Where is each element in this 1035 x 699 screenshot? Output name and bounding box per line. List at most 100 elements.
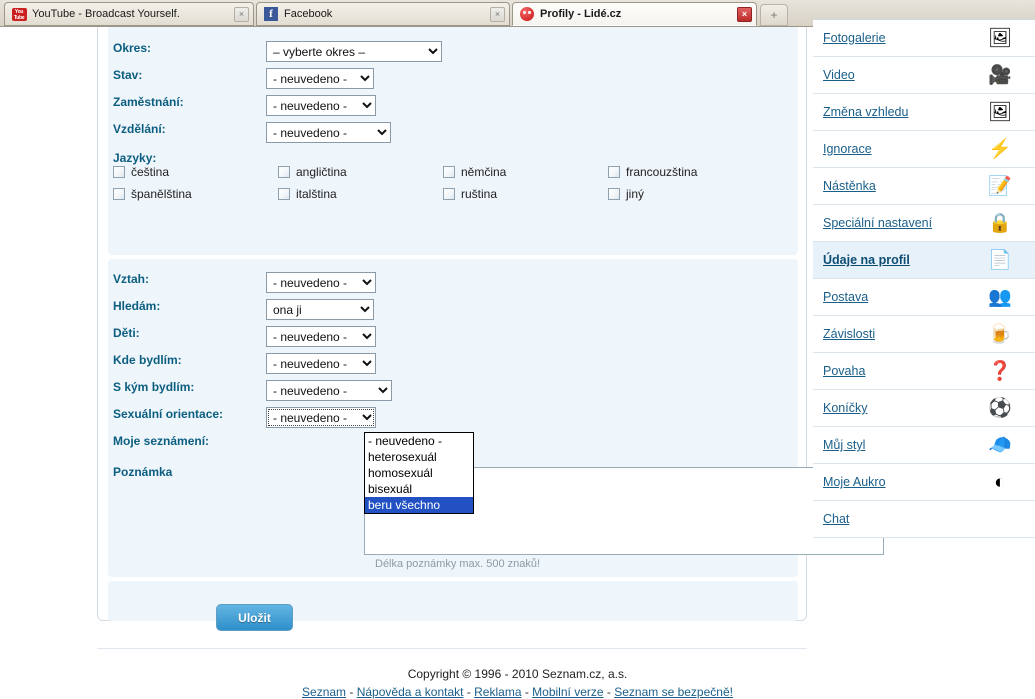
- checkbox-cestina[interactable]: čeština: [113, 165, 169, 179]
- camera-icon: 🎥: [988, 64, 1012, 86]
- browser-tab-youtube[interactable]: You Tube YouTube - Broadcast Yourself. ×: [4, 2, 254, 26]
- footer-separator: -: [463, 685, 475, 699]
- select-vztah-wrap: - neuvedeno -: [266, 272, 376, 293]
- checkbox-label: němčina: [461, 165, 507, 179]
- checkbox-box[interactable]: [278, 188, 290, 200]
- select-sexualni-orientace-wrap: - neuvedeno -: [266, 407, 376, 428]
- checkbox-spanelstina[interactable]: španělština: [113, 187, 192, 201]
- footer-link-mobilni-verze[interactable]: Mobilní verze: [532, 685, 603, 699]
- new-tab-button[interactable]: +: [760, 4, 788, 26]
- checkbox-box[interactable]: [113, 188, 125, 200]
- form-section-actions: [108, 581, 798, 621]
- browser-tab-title: Profily - Lidé.cz: [540, 8, 622, 20]
- checkbox-box[interactable]: [113, 166, 125, 178]
- select-s-kym-bydlim[interactable]: - neuvedeno -: [266, 380, 392, 401]
- sidebar-item-fotogalerie[interactable]: Fotogalerie 🖼: [813, 20, 1035, 57]
- checkbox-italstina[interactable]: italština: [278, 187, 337, 201]
- form-section-basic: [108, 27, 798, 255]
- footer-link-seznam[interactable]: Seznam: [302, 685, 346, 699]
- photo-icon: 🖼: [987, 27, 1013, 49]
- sidebar-item-ignorace[interactable]: Ignorace ⚡: [813, 131, 1035, 168]
- lightning-icon: ⚡: [988, 138, 1012, 160]
- close-icon[interactable]: ×: [737, 6, 752, 22]
- page-body: Okres: – vyberte okres – Stav: - neuvede…: [0, 19, 1035, 699]
- select-stav-wrap: - neuvedeno -: [266, 68, 374, 89]
- select-deti-wrap: - neuvedeno -: [266, 326, 376, 347]
- checkbox-rustina[interactable]: ruština: [443, 187, 497, 201]
- sidebar-item-muj-styl[interactable]: Můj styl 🧢: [813, 427, 1035, 464]
- sidebar-item-label: Ignorace: [823, 142, 872, 156]
- select-deti[interactable]: - neuvedeno -: [266, 326, 376, 347]
- lock-icon: 🔒: [988, 212, 1012, 234]
- sidebar-item-label: Závislosti: [823, 327, 876, 341]
- aukro-icon: ◐: [994, 471, 1006, 493]
- close-icon[interactable]: ×: [490, 6, 505, 22]
- select-vzdelani[interactable]: - neuvedeno -: [266, 122, 391, 143]
- sidebar-item-label: Nástěnka: [823, 179, 876, 193]
- checkbox-label: jiný: [626, 187, 645, 201]
- sidebar-item-udaje-na-profil[interactable]: Údaje na profil 📄: [813, 242, 1035, 279]
- sidebar-item-povaha[interactable]: Povaha ❓: [813, 353, 1035, 390]
- sidebar-item-postava[interactable]: Postava 👥: [813, 279, 1035, 316]
- document-icon: 📄: [988, 249, 1012, 271]
- select-kde-bydlim[interactable]: - neuvedeno -: [266, 353, 376, 374]
- checkbox-box[interactable]: [278, 166, 290, 178]
- sidebar-item-label: Postava: [823, 290, 869, 304]
- footer-divider: [97, 648, 807, 649]
- field-label-deti: Děti:: [113, 326, 140, 340]
- checkbox-francouzstina[interactable]: francouzština: [608, 165, 697, 179]
- select-sexualni-orientace[interactable]: - neuvedeno -: [266, 407, 376, 428]
- checkbox-box[interactable]: [608, 166, 620, 178]
- sidebar-item-konicky[interactable]: Koníčky ⚽: [813, 390, 1035, 427]
- picture-icon: 🖼: [987, 101, 1013, 123]
- select-hledam[interactable]: ona ji: [266, 299, 374, 320]
- footer-link-seznam-se-bezpecne[interactable]: Seznam se bezpečně!: [614, 685, 733, 699]
- browser-tab-title: YouTube - Broadcast Yourself.: [32, 8, 180, 20]
- select-okres[interactable]: – vyberte okres –: [266, 41, 442, 62]
- field-label-vzdelani: Vzdělání:: [113, 122, 166, 136]
- checkbox-anglictina[interactable]: angličtina: [278, 165, 347, 179]
- sidebar-item-label: Údaje na profil: [823, 253, 910, 267]
- browser-tab-title: Facebook: [284, 8, 333, 20]
- field-label-zamestnani: Zaměstnání:: [113, 95, 184, 109]
- dropdown-option-bisexual[interactable]: bisexuál: [365, 481, 473, 497]
- footer-link-napoveda[interactable]: Nápověda a kontakt: [357, 685, 464, 699]
- dropdown-option-heterosexual[interactable]: heterosexuál: [365, 449, 473, 465]
- checkbox-label: ruština: [461, 187, 498, 201]
- browser-tab-facebook[interactable]: f Facebook ×: [256, 2, 510, 26]
- sidebar-item-zavislosti[interactable]: Závislosti 🍺: [813, 316, 1035, 353]
- footer-link-reklama[interactable]: Reklama: [474, 685, 521, 699]
- select-vztah[interactable]: - neuvedeno -: [266, 272, 376, 293]
- field-label-sexualni-orientace: Sexuální orientace:: [113, 407, 224, 421]
- save-button[interactable]: Uložit: [216, 604, 293, 631]
- profile-sidebar-nav: Fotogalerie 🖼 Video 🎥 Změna vzhledu 🖼 Ig…: [813, 19, 1035, 538]
- select-stav[interactable]: - neuvedeno -: [266, 68, 374, 89]
- sidebar-item-moje-aukro[interactable]: Moje Aukro ◐: [813, 464, 1035, 501]
- checkbox-label: angličtina: [296, 165, 347, 179]
- select-zamestnani[interactable]: - neuvedeno -: [266, 95, 376, 116]
- checkbox-box[interactable]: [443, 166, 455, 178]
- checkbox-box[interactable]: [608, 188, 620, 200]
- people-icon: 👥: [988, 286, 1012, 308]
- sidebar-item-chat[interactable]: Chat: [813, 501, 1035, 538]
- sidebar-item-video[interactable]: Video 🎥: [813, 57, 1035, 94]
- sidebar-item-nastenka[interactable]: Nástěnka 📝: [813, 168, 1035, 205]
- dropdown-option-homosexual[interactable]: homosexuál: [365, 465, 473, 481]
- dropdown-option-neuvedeno[interactable]: - neuvedeno -: [365, 433, 473, 449]
- select-okres-wrap: – vyberte okres –: [266, 41, 442, 62]
- browser-tab-profily-lide[interactable]: Profily - Lidé.cz ×: [512, 2, 757, 26]
- sidebar-item-zmena-vzhledu[interactable]: Změna vzhledu 🖼: [813, 94, 1035, 131]
- dropdown-option-beru-vsechno[interactable]: beru všechno: [365, 497, 473, 513]
- sidebar-item-label: Video: [823, 68, 855, 82]
- checkbox-nemcina[interactable]: němčina: [443, 165, 506, 179]
- checkbox-jiny[interactable]: jiný: [608, 187, 644, 201]
- sidebar-item-specialni-nastaveni[interactable]: Speciální nastavení 🔒: [813, 205, 1035, 242]
- footer-separator: -: [603, 685, 615, 699]
- field-label-moje-seznameni: Moje seznámení:: [113, 434, 210, 448]
- close-icon[interactable]: ×: [234, 6, 249, 22]
- select-kde-bydlim-wrap: - neuvedeno -: [266, 353, 376, 374]
- sexualni-orientace-dropdown-list[interactable]: - neuvedeno - heterosexuál homosexuál bi…: [364, 432, 474, 514]
- sidebar-item-label: Koníčky: [823, 401, 868, 415]
- select-hledam-wrap: ona ji: [266, 299, 374, 320]
- checkbox-box[interactable]: [443, 188, 455, 200]
